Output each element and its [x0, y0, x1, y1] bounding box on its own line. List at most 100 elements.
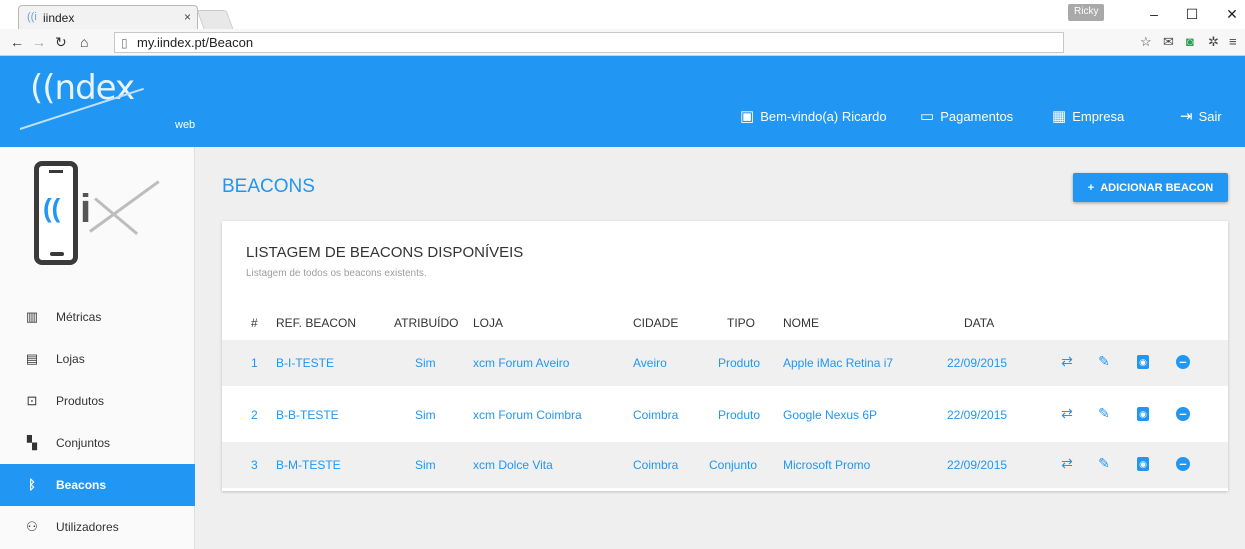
cell-ref[interactable]: B-I-TESTE [276, 356, 334, 370]
sidebar: (( i ▥ Métricas ▤ Lojas ⊡ Produtos ▚ Con… [0, 147, 195, 549]
extension-icon[interactable]: ◙ [1186, 34, 1194, 49]
browser-tab[interactable]: ((i iindex × [18, 5, 198, 29]
credit-card-icon: ▭ [920, 108, 935, 125]
cell-store[interactable]: xcm Dolce Vita [473, 458, 553, 472]
col-header-num: # [251, 316, 258, 330]
browser-tabbar: ((i iindex × Ricky – ☐ ✕ [0, 0, 1245, 29]
iindex-logo[interactable]: ((ndex [30, 68, 135, 108]
cell-num: 3 [251, 458, 258, 472]
chart-icon: ▥ [25, 309, 39, 324]
cell-assigned: Sim [415, 356, 436, 370]
swap-icon[interactable]: ⇄ [1058, 405, 1076, 422]
swap-icon[interactable]: ⇄ [1058, 455, 1076, 472]
window-close-icon[interactable]: ✕ [1220, 6, 1244, 23]
url-text: my.iindex.pt/Beacon [137, 35, 254, 50]
col-header-date: DATA [964, 316, 995, 330]
bookmark-star-icon[interactable]: ☆ [1140, 34, 1152, 50]
cell-num: 2 [251, 408, 258, 422]
minimize-icon[interactable]: – [1142, 6, 1166, 22]
nav-pagamentos[interactable]: ▭ Pagamentos [920, 107, 1013, 125]
address-toolbar: ← → ↻ ⌂ ▯ my.iindex.pt/Beacon ☆ ✉ ◙ ✲ ≡ [0, 29, 1245, 56]
cell-date: 22/09/2015 [947, 458, 1008, 472]
company-icon: ▦ [1052, 108, 1067, 125]
sidebar-item-metricas[interactable]: ▥ Métricas [0, 296, 195, 338]
cell-city: Coimbra [633, 408, 679, 422]
col-header-name: NOME [783, 316, 819, 330]
sidebar-item-label: Métricas [56, 310, 102, 324]
edit-pencil-icon[interactable]: ✎ [1095, 455, 1113, 472]
edit-pencil-icon[interactable]: ✎ [1095, 353, 1113, 370]
edit-pencil-icon[interactable]: ✎ [1095, 405, 1113, 422]
row-actions: ⇄ ✎ ◉ – [1058, 405, 1198, 425]
settings-gear-icon[interactable]: ✲ [1208, 34, 1219, 50]
new-tab-button[interactable] [196, 10, 234, 29]
grid-icon: ▚ [27, 435, 37, 450]
cell-city: Coimbra [633, 458, 679, 472]
sidebar-item-beacons[interactable]: ᛒ Beacons [0, 464, 195, 506]
iindex-favicon-icon: ((i [27, 11, 37, 23]
logo-i-glyph: i [80, 187, 92, 231]
cell-num: 1 [251, 356, 258, 370]
account-icon: ▣ [740, 108, 755, 125]
cell-ref[interactable]: B-B-TESTE [276, 408, 339, 422]
bluetooth-icon: ᛒ [28, 477, 36, 492]
view-details-icon[interactable]: ◉ [1137, 457, 1149, 471]
logout-icon: ⇥ [1180, 108, 1193, 125]
nav-empresa[interactable]: ▦ Empresa [1052, 107, 1124, 125]
cell-assigned: Sim [415, 408, 436, 422]
col-header-store: LOJA [473, 316, 504, 330]
sidebar-item-label: Utilizadores [56, 520, 119, 534]
col-header-ref: REF. BEACON [276, 316, 357, 330]
col-header-city: CIDADE [633, 316, 679, 330]
reload-icon[interactable]: ↻ [55, 34, 67, 51]
cell-store[interactable]: xcm Forum Coimbra [473, 408, 582, 422]
nav-sair[interactable]: ⇥ Sair [1180, 107, 1222, 125]
add-beacon-button[interactable]: + ADICIONAR BEACON [1073, 173, 1228, 202]
box-icon: ⊡ [26, 393, 38, 408]
remove-icon[interactable]: – [1176, 355, 1190, 369]
remove-icon[interactable]: – [1176, 457, 1190, 471]
col-header-type: TIPO [727, 316, 756, 330]
profile-badge[interactable]: Ricky [1068, 4, 1105, 21]
swap-icon[interactable]: ⇄ [1058, 353, 1076, 370]
home-icon[interactable]: ⌂ [80, 34, 88, 50]
mail-icon[interactable]: ✉ [1163, 34, 1174, 50]
sidebar-item-label: Conjuntos [56, 436, 111, 450]
nav-pagamentos-label: Pagamentos [940, 108, 1014, 124]
row-actions: ⇄ ✎ ◉ – [1058, 353, 1198, 373]
cell-name[interactable]: Apple iMac Retina i7 [783, 356, 893, 370]
table-row: 1 B-I-TESTE Sim xcm Forum Aveiro Aveiro … [222, 340, 1228, 386]
cell-date: 22/09/2015 [947, 408, 1008, 422]
url-input[interactable]: ▯ my.iindex.pt/Beacon [114, 32, 1064, 53]
back-icon[interactable]: ← [10, 34, 24, 50]
sidebar-item-utilizadores[interactable]: ⚇ Utilizadores [0, 506, 195, 548]
view-details-icon[interactable]: ◉ [1137, 407, 1149, 421]
menu-icon[interactable]: ≡ [1229, 34, 1237, 49]
add-beacon-label: ADICIONAR BEACON [1100, 181, 1214, 194]
cell-ref[interactable]: B-M-TESTE [276, 458, 341, 472]
cell-name[interactable]: Microsoft Promo [783, 458, 870, 472]
cell-name[interactable]: Google Nexus 6P [783, 408, 877, 422]
tab-close-icon[interactable]: × [184, 10, 191, 24]
view-details-icon[interactable]: ◉ [1137, 355, 1149, 369]
remove-icon[interactable]: – [1176, 407, 1190, 421]
nav-welcome-user[interactable]: ▣ Bem-vindo(a) Ricardo [740, 107, 887, 125]
sidebar-logo: (( i [0, 147, 195, 287]
cell-type: Produto [718, 408, 761, 422]
maximize-icon[interactable]: ☐ [1180, 6, 1204, 23]
store-icon: ▤ [25, 351, 39, 366]
cell-type: Produto [718, 356, 761, 370]
sidebar-item-produtos[interactable]: ⊡ Produtos [0, 380, 195, 422]
cell-type: Conjunto [709, 458, 758, 472]
page-icon: ▯ [121, 36, 128, 50]
sidebar-item-label: Beacons [56, 478, 107, 492]
cell-store[interactable]: xcm Forum Aveiro [473, 356, 569, 370]
sidebar-item-lojas[interactable]: ▤ Lojas [0, 338, 195, 380]
sidebar-item-conjuntos[interactable]: ▚ Conjuntos [0, 422, 195, 464]
row-actions: ⇄ ✎ ◉ – [1058, 455, 1198, 475]
nav-sair-label: Sair [1198, 108, 1222, 124]
sidebar-item-label: Lojas [56, 352, 85, 366]
forward-icon[interactable]: → [32, 34, 46, 50]
card-title: LISTAGEM DE BEACONS DISPONÍVEIS [246, 244, 524, 261]
card-subtitle: Listagem de todos os beacons existents. [246, 268, 427, 279]
